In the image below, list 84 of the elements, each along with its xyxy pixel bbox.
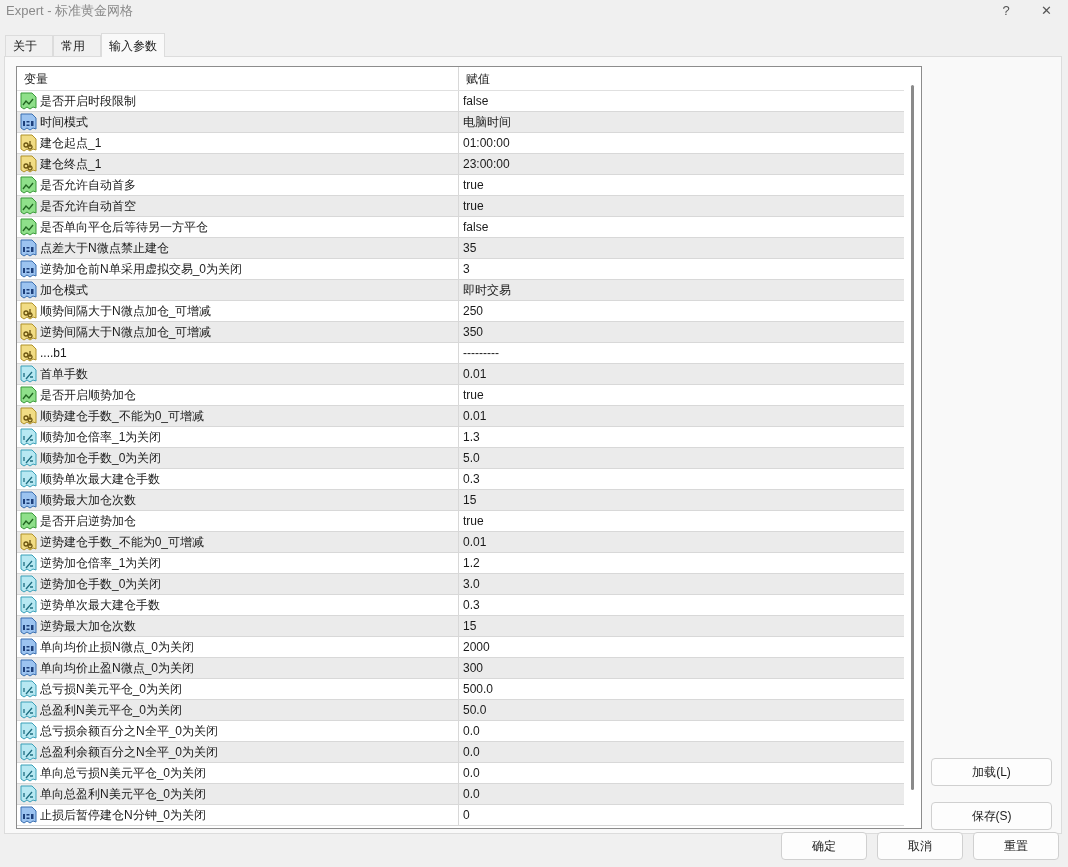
- dialog-button[interactable]: 重置: [973, 832, 1059, 860]
- parameter-name: 总亏损余额百分之N全平_0为关闭: [40, 723, 218, 740]
- parameter-name: 时间模式: [40, 114, 88, 131]
- parameter-value[interactable]: 50.0: [463, 701, 487, 719]
- parameter-value[interactable]: 3: [463, 260, 470, 278]
- parameter-value[interactable]: 0.01: [463, 365, 487, 383]
- parameter-name: 单向总盈利N美元平仓_0为关闭: [40, 786, 206, 803]
- parameter-name: 点差大于N微点禁止建仓: [40, 240, 169, 257]
- parameter-value[interactable]: 即时交易: [463, 281, 511, 299]
- parameter-name: 逆势加仓手数_0为关闭: [40, 576, 162, 593]
- parameter-name: 是否允许自动首多: [40, 177, 136, 194]
- parameter-value[interactable]: 电脑时间: [463, 113, 511, 131]
- parameter-name: 顺势加仓手数_0为关闭: [40, 450, 162, 467]
- parameter-value[interactable]: true: [463, 197, 484, 215]
- parameter-value[interactable]: 300: [463, 659, 484, 677]
- parameter-name: 是否允许自动首空: [40, 198, 136, 215]
- parameter-value[interactable]: 15: [463, 491, 477, 509]
- parameter-name: 总盈利N美元平仓_0为关闭: [40, 702, 182, 719]
- parameter-value[interactable]: ---------: [463, 344, 499, 362]
- parameter-value[interactable]: false: [463, 218, 489, 236]
- dialog-button[interactable]: 确定: [781, 832, 867, 860]
- parameter-name: ....b1: [40, 345, 67, 362]
- parameter-value[interactable]: 0.0: [463, 785, 480, 803]
- parameter-value[interactable]: 0.01: [463, 407, 487, 425]
- parameter-name: 是否开启逆势加仓: [40, 513, 136, 530]
- parameter-name: 是否单向平仓后等待另一方平仓: [40, 219, 208, 236]
- parameter-value[interactable]: 15: [463, 617, 477, 635]
- parameter-value[interactable]: 2000: [463, 638, 490, 656]
- parameter-name: 顺势加仓倍率_1为关闭: [40, 429, 162, 446]
- parameter-name: 逆势单次最大建仓手数: [40, 597, 160, 614]
- parameter-name: 顺势最大加仓次数: [40, 492, 136, 509]
- parameter-name: 逆势加仓前N单采用虚拟交易_0为关闭: [40, 261, 242, 278]
- close-button[interactable]: ✕: [1036, 1, 1056, 21]
- parameter-name: 逆势最大加仓次数: [40, 618, 136, 635]
- parameter-value[interactable]: 23:00:00: [463, 155, 510, 173]
- parameter-value[interactable]: 250: [463, 302, 484, 320]
- window-title: Expert - 标准黄金网格: [6, 2, 135, 21]
- parameter-value[interactable]: true: [463, 176, 484, 194]
- parameter-value[interactable]: 0.3: [463, 596, 480, 614]
- parameter-name: 逆势加仓倍率_1为关闭: [40, 555, 162, 572]
- parameter-value[interactable]: 0.3: [463, 470, 480, 488]
- parameter-name: 是否开启顺势加仓: [40, 387, 136, 404]
- parameter-name: 顺势间隔大于N微点加仓_可增减: [40, 303, 212, 320]
- tab[interactable]: 输入参数: [101, 33, 165, 57]
- parameter-name: 总盈利余额百分之N全平_0为关闭: [40, 744, 218, 761]
- parameter-name: 建仓终点_1: [40, 156, 102, 173]
- dialog-button[interactable]: 加载(L): [931, 758, 1052, 786]
- parameter-name: 单向均价止盈N微点_0为关闭: [40, 660, 194, 677]
- parameter-name: 顺势单次最大建仓手数: [40, 471, 160, 488]
- parameter-name: 单向均价止损N微点_0为关闭: [40, 639, 194, 656]
- parameter-name: 是否开启时段限制: [40, 93, 136, 110]
- parameter-name: 建仓起点_1: [40, 135, 102, 152]
- parameter-name: 止损后暂停建仓N分钟_0为关闭: [40, 807, 206, 824]
- parameter-value[interactable]: 0: [463, 806, 470, 824]
- parameter-name: 首单手数: [40, 366, 88, 383]
- parameter-value[interactable]: 350: [463, 323, 484, 341]
- parameter-value[interactable]: 3.0: [463, 575, 480, 593]
- parameter-value[interactable]: false: [463, 92, 489, 110]
- parameter-name: 顺势建仓手数_不能为0_可增减: [40, 408, 205, 425]
- parameter-name: 逆势间隔大于N微点加仓_可增减: [40, 324, 212, 341]
- parameter-value[interactable]: 35: [463, 239, 477, 257]
- dialog-button[interactable]: 取消: [877, 832, 963, 860]
- parameter-name: 加仓模式: [40, 282, 88, 299]
- tab[interactable]: 关于: [5, 35, 53, 56]
- column-header[interactable]: 赋值: [459, 67, 904, 90]
- tab[interactable]: 常用: [53, 35, 101, 56]
- parameter-value[interactable]: true: [463, 512, 484, 530]
- column-header[interactable]: 变量: [17, 67, 459, 90]
- parameter-value[interactable]: 01:00:00: [463, 134, 510, 152]
- parameter-name: 总亏损N美元平仓_0为关闭: [40, 681, 182, 698]
- parameter-name: 逆势建仓手数_不能为0_可增减: [40, 534, 205, 551]
- parameter-value[interactable]: 0.01: [463, 533, 487, 551]
- parameter-value[interactable]: 0.0: [463, 722, 480, 740]
- parameter-value[interactable]: 500.0: [463, 680, 494, 698]
- parameter-name: 单向总亏损N美元平仓_0为关闭: [40, 765, 206, 782]
- help-button[interactable]: ?: [996, 1, 1016, 21]
- parameter-value[interactable]: true: [463, 386, 484, 404]
- parameter-value[interactable]: 0.0: [463, 743, 480, 761]
- dialog-button[interactable]: 保存(S): [931, 802, 1052, 830]
- parameter-value[interactable]: 1.3: [463, 428, 480, 446]
- parameter-value[interactable]: 0.0: [463, 764, 480, 782]
- scrollbar-thumb[interactable]: [911, 85, 914, 790]
- parameter-value[interactable]: 5.0: [463, 449, 480, 467]
- parameter-value[interactable]: 1.2: [463, 554, 480, 572]
